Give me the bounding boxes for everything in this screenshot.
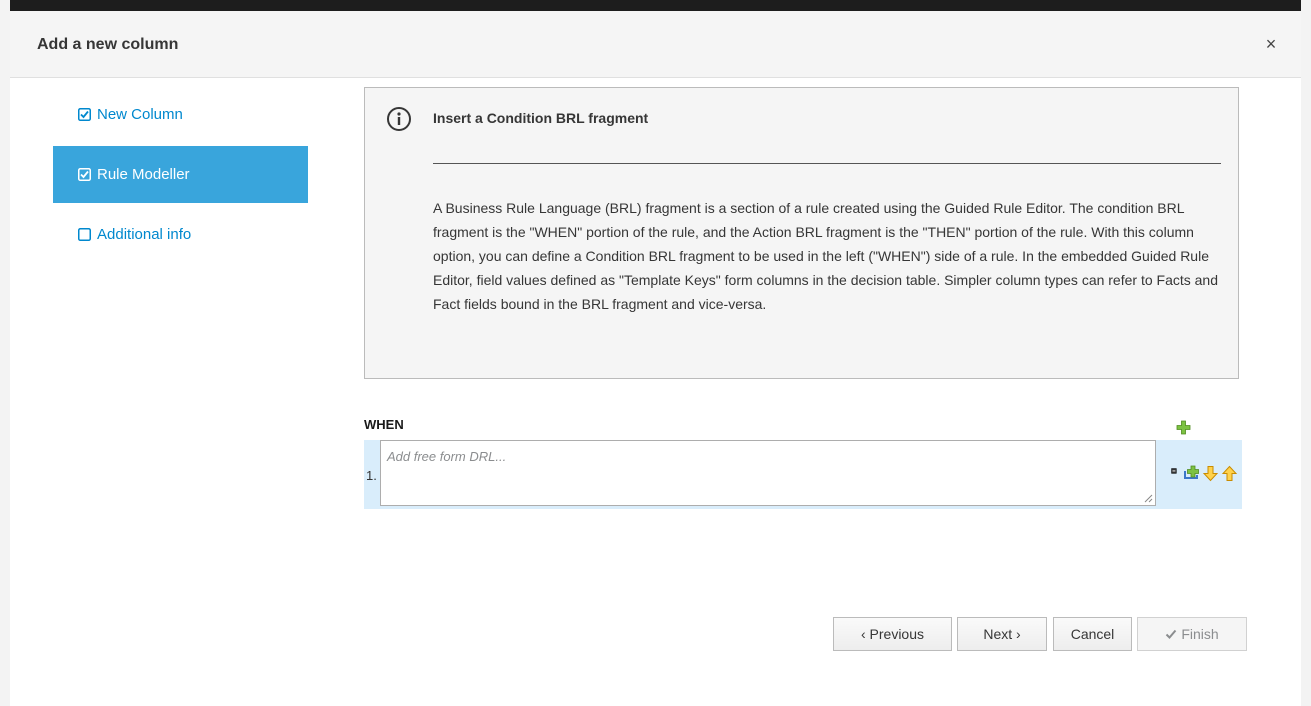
wizard-steps: New Column Rule Modeller Additional info <box>53 86 308 263</box>
next-button[interactable]: Next › <box>957 617 1047 651</box>
modal-header: Add a new column × <box>10 11 1301 78</box>
unchecked-checkbox-icon <box>78 228 91 241</box>
page-backdrop-left <box>0 0 10 706</box>
resize-grip-icon[interactable] <box>1144 494 1153 503</box>
info-description: A Business Rule Language (BRL) fragment … <box>433 200 1218 312</box>
info-divider <box>433 163 1221 164</box>
cancel-button[interactable]: Cancel <box>1053 617 1132 651</box>
checked-checkbox-icon <box>78 168 91 181</box>
move-down-icon[interactable] <box>1202 465 1219 482</box>
info-title: Insert a Condition BRL fragment <box>433 110 649 126</box>
page-backdrop-right <box>1301 0 1311 706</box>
add-condition-icon[interactable] <box>1176 420 1191 435</box>
free-form-drl-textarea[interactable]: Add free form DRL... <box>380 440 1156 506</box>
checkmark-icon <box>1166 629 1177 639</box>
cancel-button-label: Cancel <box>1070 626 1115 642</box>
rule-row: 1. Add free form DRL... <box>364 440 1242 509</box>
wizard-step-new-column[interactable]: New Column <box>53 86 308 143</box>
insert-below-icon[interactable] <box>1183 465 1200 482</box>
when-section-label: WHEN <box>364 417 404 432</box>
row-number: 1. <box>366 468 377 483</box>
next-button-label: Next › <box>983 626 1021 642</box>
wizard-step-label: Rule Modeller <box>97 166 190 183</box>
checked-checkbox-icon <box>78 108 91 121</box>
wizard-step-label: Additional info <box>97 226 192 243</box>
info-circle-icon <box>387 107 411 131</box>
info-panel: Insert a Condition BRL fragment A Busine… <box>364 87 1239 379</box>
finish-button[interactable]: Finish <box>1137 617 1247 651</box>
row-tools <box>1171 464 1238 482</box>
move-up-icon[interactable] <box>1221 465 1238 482</box>
wizard-step-additional-info[interactable]: Additional info <box>53 206 308 263</box>
wizard-step-rule-modeller[interactable]: Rule Modeller <box>53 146 308 203</box>
previous-button[interactable]: ‹ Previous <box>833 617 952 651</box>
modal-title: Add a new column <box>37 36 179 53</box>
drl-placeholder: Add free form DRL... <box>387 449 507 464</box>
remove-row-icon[interactable] <box>1171 468 1181 478</box>
close-button[interactable]: × <box>1263 35 1279 53</box>
finish-button-label: Finish <box>1181 626 1219 642</box>
wizard-step-label: New Column <box>97 106 183 123</box>
previous-button-label: ‹ Previous <box>860 626 925 642</box>
